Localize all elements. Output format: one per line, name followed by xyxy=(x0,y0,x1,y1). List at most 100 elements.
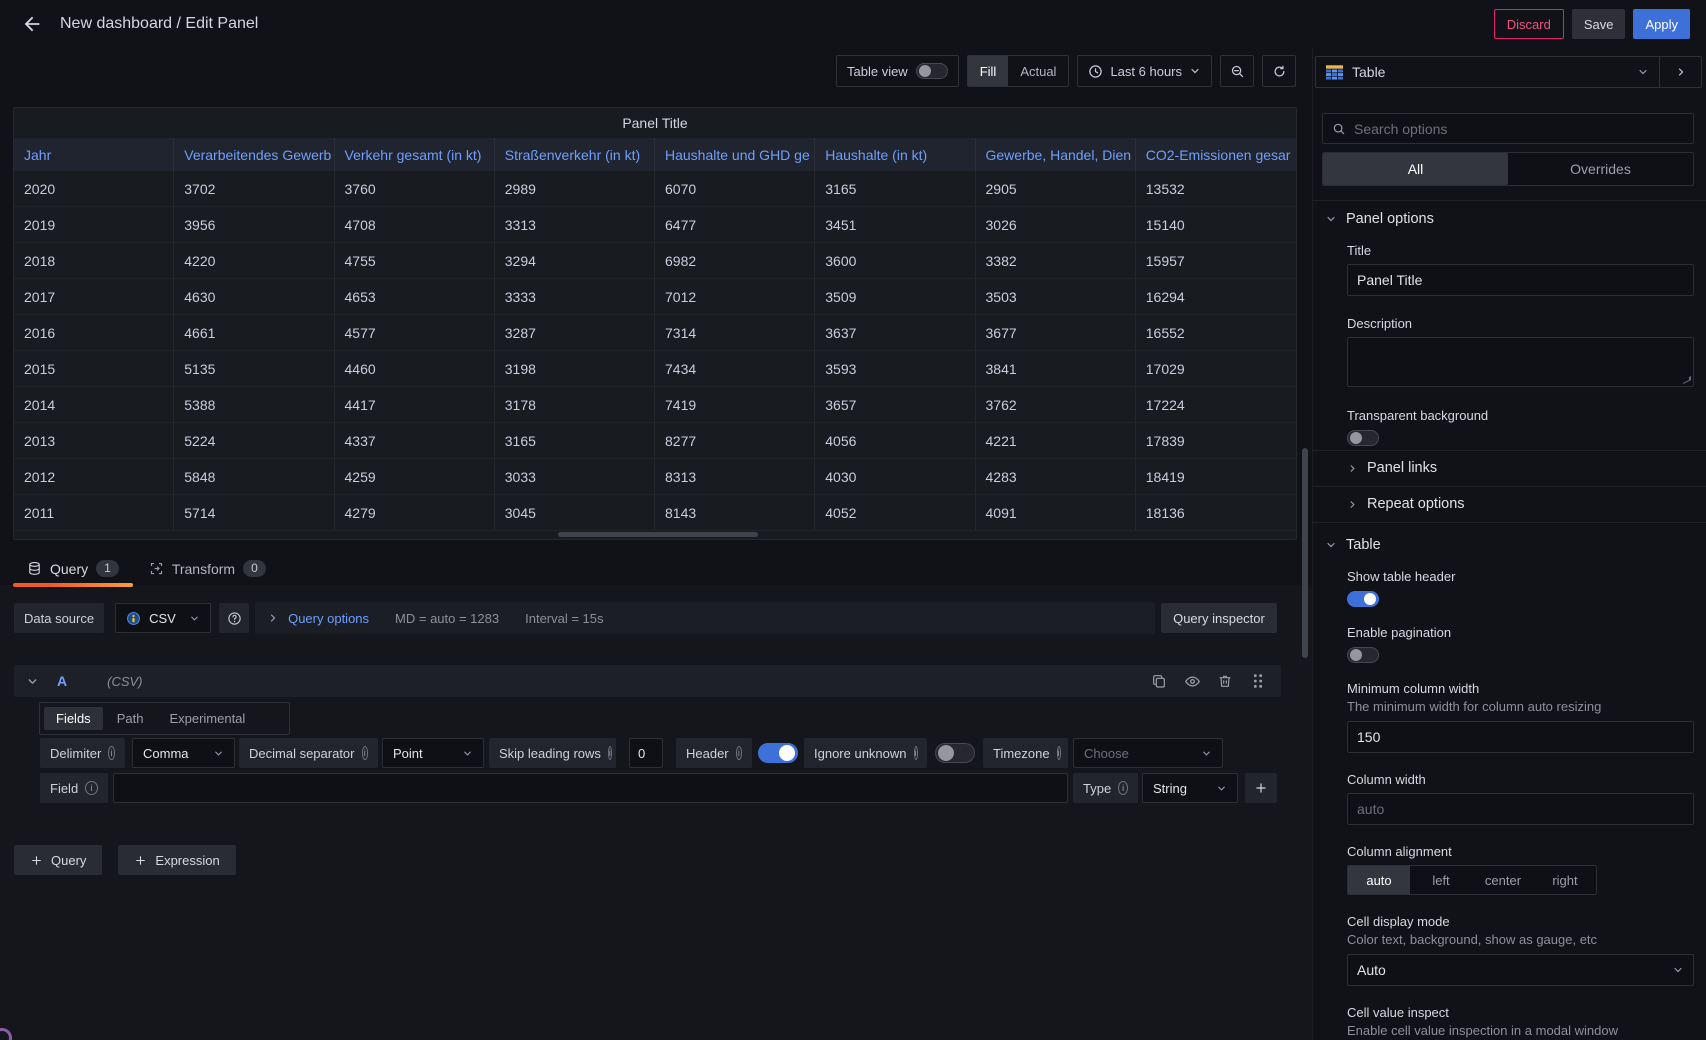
refresh-button[interactable] xyxy=(1262,55,1296,87)
type-value: String xyxy=(1153,781,1187,796)
transparent-background-switch[interactable] xyxy=(1347,430,1379,446)
field-input[interactable] xyxy=(113,773,1068,803)
timezone-select[interactable]: Choose xyxy=(1073,738,1223,768)
column-header[interactable]: Gewerbe, Handel, Dien xyxy=(976,138,1136,171)
column-alignment-label: Column alignment xyxy=(1347,844,1694,859)
column-header[interactable]: Haushalte und GHD ge xyxy=(655,138,815,171)
align-option-center[interactable]: center xyxy=(1472,866,1534,894)
field-label: Field xyxy=(50,781,78,796)
repeat-options-section-header[interactable]: Repeat options xyxy=(1347,486,1694,522)
visualization-name: Table xyxy=(1352,64,1385,80)
query-options-link[interactable]: Query options xyxy=(288,611,369,626)
enable-pagination-label: Enable pagination xyxy=(1347,625,1694,640)
table-cell: 3637 xyxy=(815,315,975,350)
tab-overrides[interactable]: Overrides xyxy=(1508,153,1693,185)
min-column-width-label: Minimum column width xyxy=(1347,681,1694,696)
add-query-button[interactable]: Query xyxy=(14,845,102,875)
panel-options-section-header[interactable]: Panel options xyxy=(1325,211,1694,227)
horizontal-scrollbar[interactable] xyxy=(558,532,758,537)
align-option-right[interactable]: right xyxy=(1534,866,1596,894)
apply-button[interactable]: Apply xyxy=(1633,9,1690,39)
delete-query-button[interactable] xyxy=(1214,670,1236,692)
page-title: New dashboard / Edit Panel xyxy=(60,15,1494,33)
table-cell: 4417 xyxy=(335,387,495,422)
vertical-scrollbar[interactable] xyxy=(1302,448,1308,658)
description-textarea[interactable] xyxy=(1347,337,1694,387)
table-cell: 3198 xyxy=(495,351,655,386)
table-view-switch[interactable] xyxy=(916,63,948,79)
panel-title-input[interactable]: Panel Title xyxy=(1347,264,1694,296)
timezone-placeholder: Choose xyxy=(1084,746,1129,761)
resize-handle[interactable] xyxy=(1683,376,1691,384)
column-header[interactable]: Straßenverkehr (in kt) xyxy=(495,138,655,171)
chevron-down-icon xyxy=(1672,964,1684,976)
column-header[interactable]: Verkehr gesamt (in kt) xyxy=(335,138,495,171)
table-cell: 7419 xyxy=(655,387,815,422)
actual-option[interactable]: Actual xyxy=(1008,56,1068,86)
align-option-auto[interactable]: auto xyxy=(1348,866,1410,894)
table-cell: 2989 xyxy=(495,171,655,206)
back-button[interactable] xyxy=(16,8,48,40)
decimal-separator-select[interactable]: Point xyxy=(382,738,484,768)
query-row-header[interactable]: A (CSV) xyxy=(14,665,1281,697)
collapse-options-button[interactable] xyxy=(1659,57,1701,87)
align-option-left[interactable]: left xyxy=(1410,866,1472,894)
add-expression-button[interactable]: Expression xyxy=(118,845,235,875)
table-row: 201453884417317874193657376217224 xyxy=(14,387,1296,423)
enable-pagination-switch[interactable] xyxy=(1347,647,1379,663)
table-cell: 2905 xyxy=(976,171,1136,206)
header-label: Header xyxy=(686,746,729,761)
editor-tab-fields[interactable]: Fields xyxy=(44,707,103,730)
column-header[interactable]: Verarbeitendes Gewerb xyxy=(174,138,334,171)
table-cell: 16294 xyxy=(1136,279,1296,314)
hide-query-button[interactable] xyxy=(1181,670,1203,692)
column-width-input[interactable]: auto xyxy=(1347,793,1694,825)
tab-query[interactable]: Query 1 xyxy=(13,552,133,585)
drag-handle[interactable] xyxy=(1247,670,1269,692)
transparent-background-label: Transparent background xyxy=(1347,408,1694,423)
info-icon: i xyxy=(1057,746,1061,760)
panel-links-section-header[interactable]: Panel links xyxy=(1347,450,1694,486)
add-field-button[interactable] xyxy=(1245,773,1277,803)
discard-button[interactable]: Discard xyxy=(1494,9,1564,39)
cell-display-mode-select[interactable]: Auto xyxy=(1347,954,1694,986)
plus-icon xyxy=(30,854,43,867)
zoom-out-button[interactable] xyxy=(1220,55,1254,87)
datasource-help-button[interactable] xyxy=(219,603,249,633)
table-cell: 7314 xyxy=(655,315,815,350)
time-range-picker[interactable]: Last 6 hours xyxy=(1077,55,1212,87)
save-button[interactable]: Save xyxy=(1572,9,1626,39)
column-header[interactable]: CO2-Emissionen gesar xyxy=(1136,138,1296,171)
chevron-down-icon xyxy=(213,748,224,759)
show-table-header-label: Show table header xyxy=(1347,569,1694,584)
header-switch[interactable] xyxy=(758,743,798,763)
editor-tab-path[interactable]: Path xyxy=(105,707,156,730)
table-cell: 3294 xyxy=(495,243,655,278)
visualization-select[interactable]: Table xyxy=(1316,57,1659,87)
skip-leading-rows-input[interactable]: 0 xyxy=(629,738,663,768)
corner-decoration xyxy=(0,1028,12,1040)
duplicate-query-button[interactable] xyxy=(1148,670,1170,692)
table-section-header[interactable]: Table xyxy=(1325,537,1694,553)
column-header[interactable]: Jahr xyxy=(14,138,174,171)
editor-tab-experimental[interactable]: Experimental xyxy=(157,707,257,730)
search-options-input[interactable]: Search options xyxy=(1322,113,1694,144)
min-column-width-input[interactable]: 150 xyxy=(1347,721,1694,753)
column-header[interactable]: Haushalte (in kt) xyxy=(815,138,975,171)
table-cell: 4056 xyxy=(815,423,975,458)
table-cell: 16552 xyxy=(1136,315,1296,350)
column-width-label: Column width xyxy=(1347,772,1694,787)
fill-option[interactable]: Fill xyxy=(968,56,1009,86)
tab-transform[interactable]: Transform 0 xyxy=(135,552,280,585)
info-icon: i xyxy=(608,746,612,760)
panel-title[interactable]: Panel Title xyxy=(14,108,1296,138)
table-cell: 6070 xyxy=(655,171,815,206)
delimiter-select[interactable]: Comma xyxy=(132,738,235,768)
type-select[interactable]: String xyxy=(1142,773,1238,803)
ignore-unknown-switch[interactable] xyxy=(935,743,975,763)
show-table-header-switch[interactable] xyxy=(1347,591,1379,607)
table-cell: 4755 xyxy=(335,243,495,278)
query-inspector-button[interactable]: Query inspector xyxy=(1161,603,1277,633)
tab-all[interactable]: All xyxy=(1323,153,1508,185)
datasource-select[interactable]: CSV xyxy=(115,603,211,633)
